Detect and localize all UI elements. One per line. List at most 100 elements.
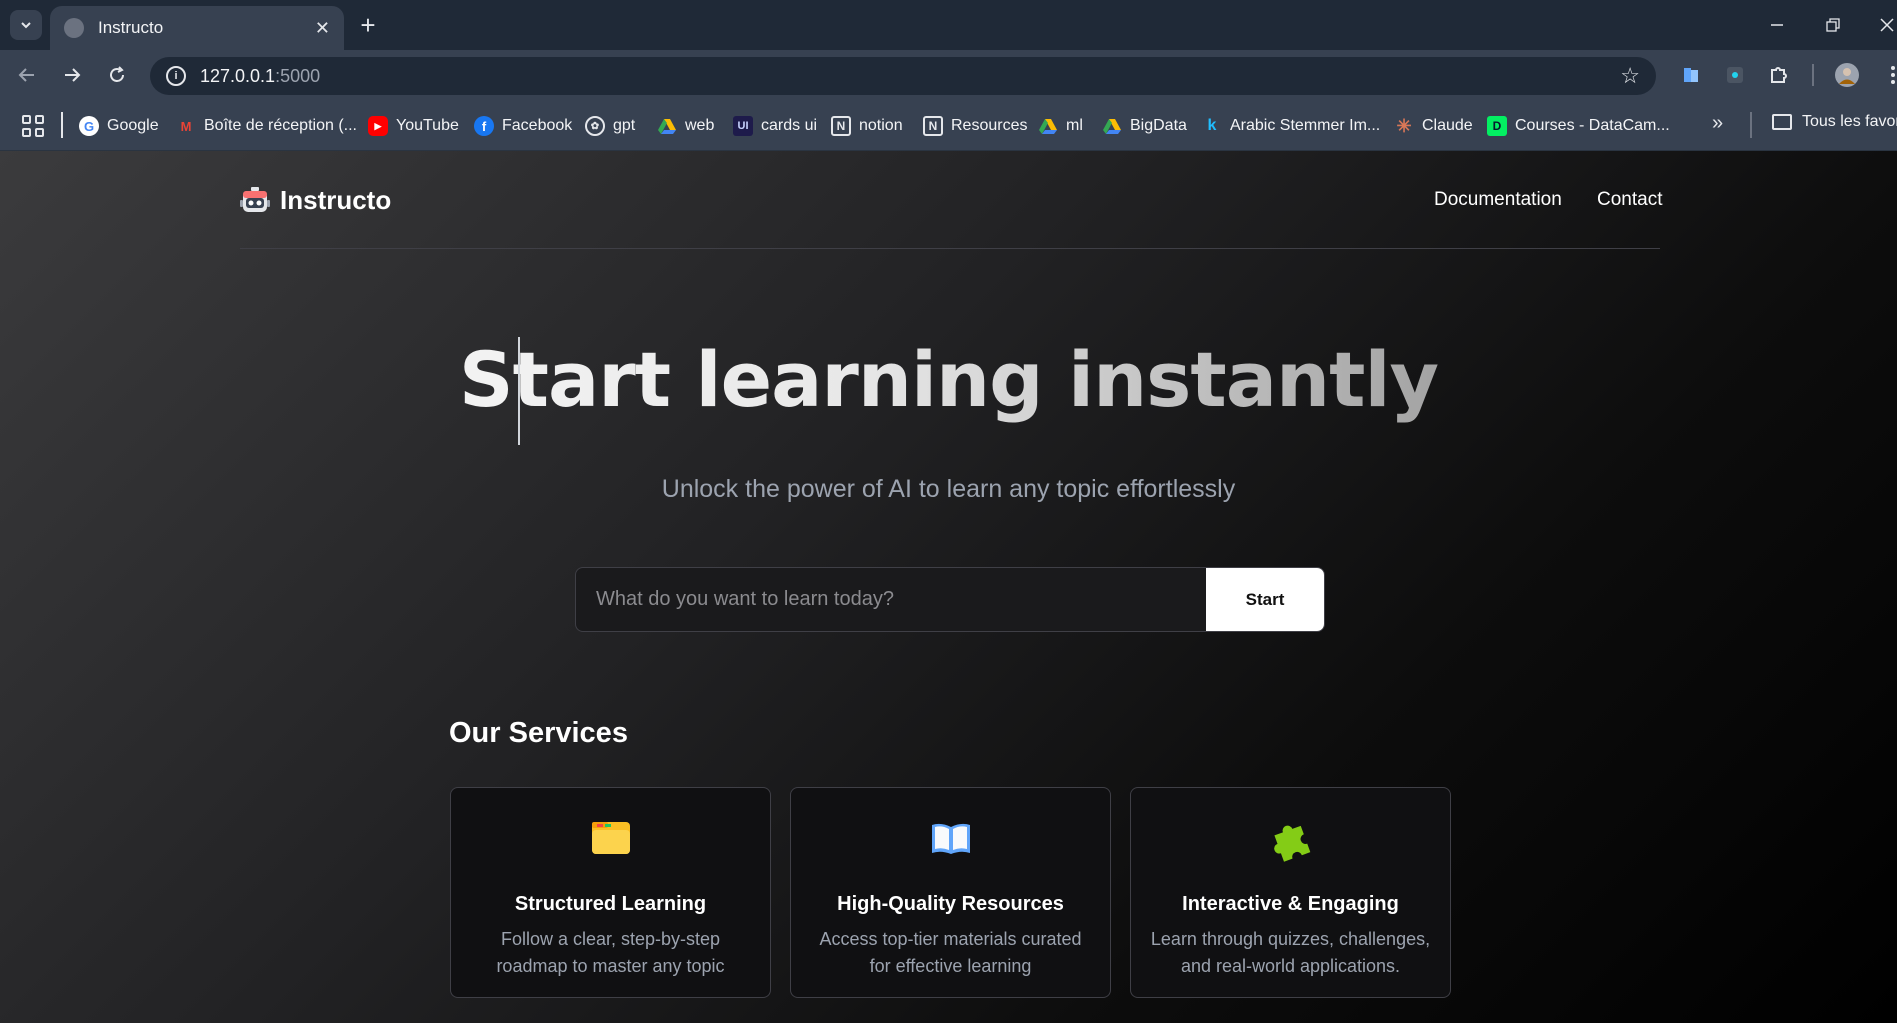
bookmark-label: ml — [1066, 117, 1083, 134]
service-card-interactive-engaging: Interactive & Engaging Learn through qui… — [1130, 787, 1451, 998]
bookmark-gpt[interactable]: ✿ gpt — [585, 113, 635, 139]
tab-search-button[interactable] — [10, 10, 42, 40]
bookmark-bigdata[interactable]: BigData — [1102, 113, 1187, 139]
gmail-icon: M — [180, 118, 192, 134]
bookmark-label: YouTube — [396, 117, 459, 134]
address-bar[interactable]: i 127.0.0.1:5000 ☆ — [150, 57, 1656, 95]
minimize-button[interactable] — [1749, 0, 1805, 50]
facebook-icon: f — [474, 116, 494, 136]
services-title: Our Services — [449, 717, 628, 749]
reload-button[interactable] — [100, 59, 134, 91]
browser-tab[interactable]: Instructo ✕ — [50, 6, 344, 50]
arrow-right-icon — [65, 68, 81, 82]
google-icon: G — [79, 116, 99, 136]
service-card-description: Follow a clear, step-by-step roadmap to m… — [496, 929, 725, 976]
notion-icon: N — [923, 116, 943, 136]
bookmark-ml[interactable]: ml — [1038, 113, 1083, 139]
puzzle-icon — [1131, 818, 1450, 862]
bookmark-notion[interactable]: N notion — [831, 113, 903, 139]
service-card-structured-learning: Structured Learning Follow a clear, step… — [450, 787, 771, 998]
bookmark-web[interactable]: web — [657, 113, 714, 139]
site-navbar: Instructo Documentation Contact — [240, 151, 1662, 249]
bookmarks-divider — [1750, 112, 1752, 138]
tab-title: Instructo — [98, 18, 164, 37]
back-button[interactable] — [10, 59, 44, 91]
service-card-title: Structured Learning — [514, 893, 707, 915]
new-tab-button[interactable]: + — [352, 9, 384, 41]
bookmark-datacamp[interactable]: D Courses - DataCam... — [1487, 113, 1670, 139]
service-card-title: Interactive & Engaging — [1182, 893, 1399, 915]
hero-subtitle: Unlock the power of AI to learn any topi… — [661, 475, 1236, 503]
bookmarks-bar: G Google M Boîte de réception (... ▶ You… — [0, 100, 1897, 151]
close-icon — [1880, 18, 1894, 32]
bookmark-label: Courses - DataCam... — [1515, 117, 1670, 134]
robot-icon — [240, 186, 270, 212]
book-icon — [791, 818, 1110, 862]
service-card-description: Learn through quizzes, challenges, and re… — [1150, 929, 1431, 976]
extensions-puzzle-icon[interactable] — [1766, 62, 1792, 88]
globe-icon — [64, 18, 84, 38]
close-icon[interactable]: ✕ — [315, 18, 330, 39]
nav-link-contact[interactable]: Contact — [1597, 189, 1662, 211]
bookmark-label: Google — [107, 117, 159, 134]
brand-name: Instructo — [280, 185, 392, 215]
menu-kebab-icon[interactable] — [1880, 62, 1897, 88]
bookmark-label: Arabic Stemmer Im... — [1230, 117, 1381, 134]
extension-icon[interactable] — [1722, 62, 1748, 88]
bookmark-star-icon[interactable]: ☆ — [1620, 63, 1640, 89]
drive-icon — [657, 116, 677, 136]
notion-icon: N — [831, 116, 851, 136]
claude-icon: ✳ — [1396, 115, 1412, 136]
minimize-icon — [1771, 24, 1783, 26]
nav-link-documentation[interactable]: Documentation — [1434, 189, 1562, 211]
toolbar-divider — [1812, 64, 1814, 86]
bookmark-label: Facebook — [502, 117, 573, 134]
close-window-button[interactable] — [1859, 0, 1897, 50]
site-info-icon[interactable]: i — [166, 66, 186, 86]
youtube-icon: ▶ — [368, 116, 388, 136]
restore-button[interactable] — [1805, 0, 1861, 50]
bookmark-facebook[interactable]: f Facebook — [474, 113, 572, 139]
folder-icon — [1772, 114, 1792, 130]
bookmark-label: Boîte de réception (... — [204, 117, 357, 134]
bookmarks-folder[interactable]: Tous les favori — [1772, 113, 1897, 131]
bookmark-label: gpt — [613, 117, 636, 134]
url-host: 127.0.0.1 — [200, 65, 276, 86]
service-card-description: Access top-tier materials curated for eff… — [819, 929, 1082, 976]
bookmark-label: BigData — [1130, 117, 1187, 134]
bookmark-label: web — [685, 117, 715, 134]
reload-icon — [110, 66, 124, 82]
bookmark-google[interactable]: G Google — [79, 113, 159, 139]
start-button[interactable]: Start — [1206, 568, 1324, 631]
bookmark-label: cards ui — [761, 117, 818, 134]
bookmark-cards-ui[interactable]: UI cards ui — [733, 113, 817, 139]
bookmark-label: Claude — [1422, 117, 1473, 134]
apps-grid-icon[interactable] — [22, 115, 44, 137]
kaggle-icon: k — [1207, 117, 1217, 134]
text-caret — [518, 337, 520, 445]
drive-icon — [1102, 116, 1122, 136]
bookmark-gmail[interactable]: M Boîte de réception (... — [176, 113, 357, 139]
forward-button[interactable] — [55, 59, 89, 91]
reading-list-icon[interactable] — [1678, 62, 1704, 88]
bookmark-claude[interactable]: ✳ Claude — [1394, 113, 1473, 139]
bookmarks-divider — [61, 112, 63, 138]
hero-title: Start learning instantly — [0, 335, 1897, 424]
drive-icon — [1038, 116, 1058, 136]
bookmarks-overflow-icon[interactable]: » — [1712, 112, 1723, 135]
brand[interactable]: Instructo — [240, 185, 391, 216]
service-card-high-quality-resources: High-Quality Resources Access top-tier m… — [790, 787, 1111, 998]
browser-toolbar: i 127.0.0.1:5000 ☆ — [0, 50, 1897, 100]
profile-avatar[interactable] — [1834, 62, 1860, 88]
service-card-title: High-Quality Resources — [837, 893, 1064, 915]
bookmark-arabic-stemmer[interactable]: k Arabic Stemmer Im... — [1202, 113, 1381, 139]
url-port: :5000 — [275, 65, 321, 86]
restore-icon — [1826, 18, 1840, 32]
learn-search-form: Start — [575, 567, 1325, 632]
learn-search-input[interactable] — [576, 568, 1206, 631]
browser-tab-bar: Instructo ✕ + — [0, 0, 1897, 50]
bookmark-resources[interactable]: N Resources — [923, 113, 1027, 139]
bookmark-youtube[interactable]: ▶ YouTube — [368, 113, 459, 139]
page-viewport: Instructo Documentation Contact Start le… — [0, 151, 1897, 1023]
ui-icon: UI — [733, 116, 753, 136]
